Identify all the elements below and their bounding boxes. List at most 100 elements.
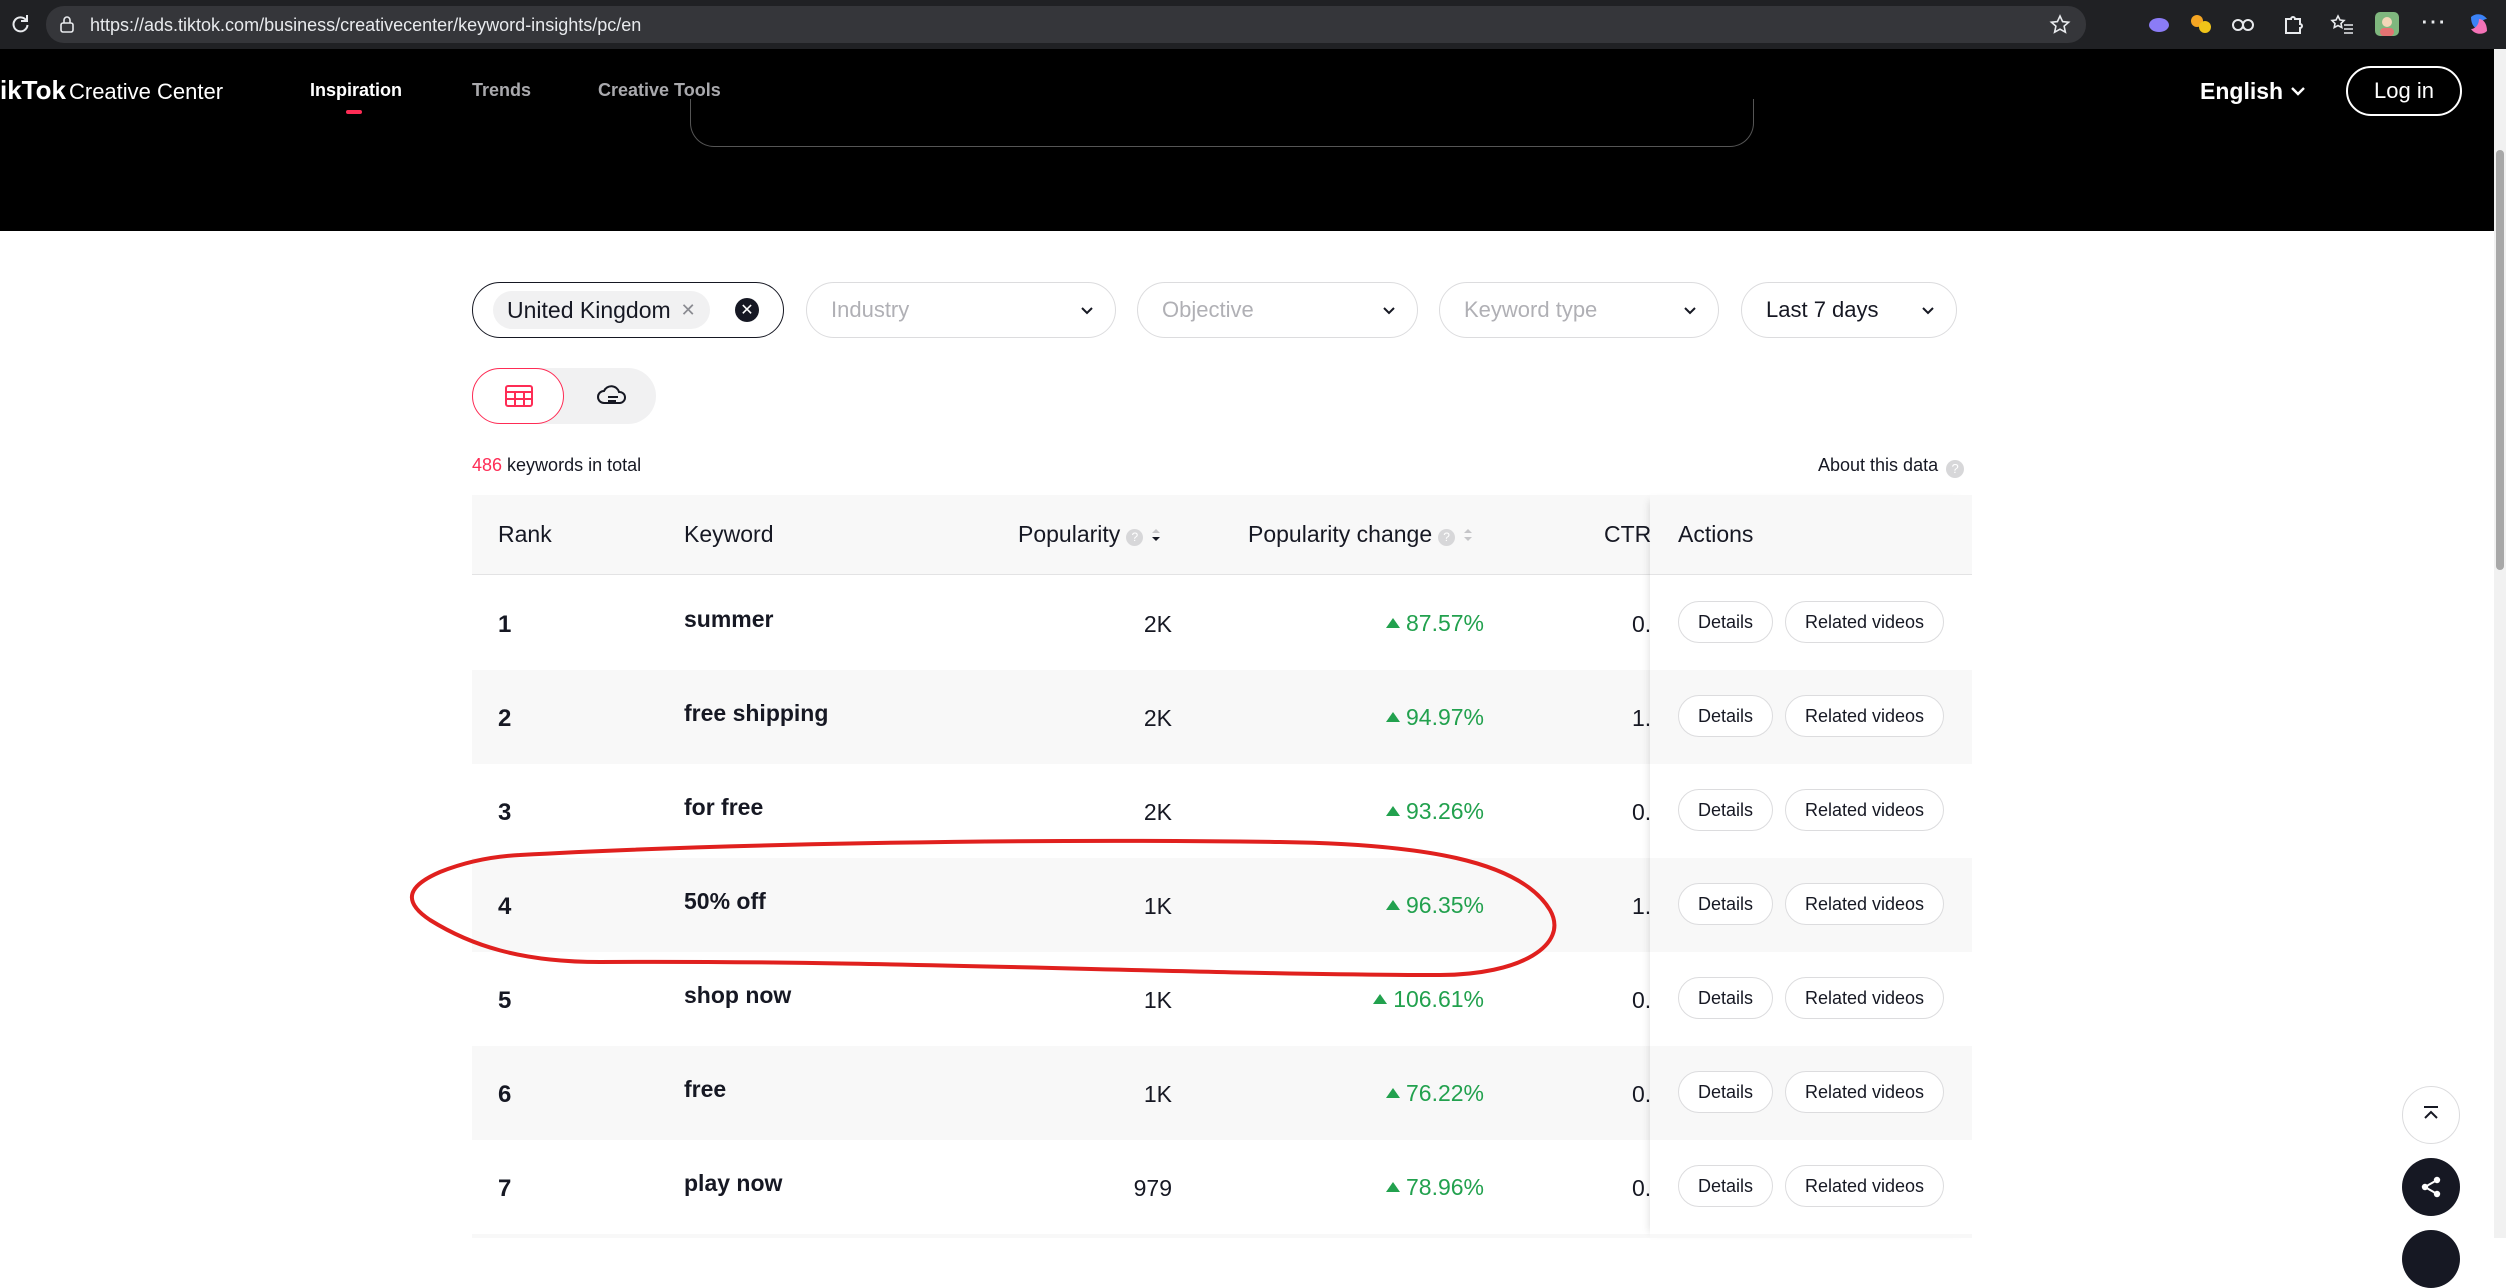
share-icon — [2421, 1176, 2441, 1198]
details-button[interactable]: Details — [1678, 1165, 1773, 1207]
scrollbar-thumb[interactable] — [2496, 150, 2504, 570]
back-to-top-icon — [2424, 1106, 2438, 1119]
header-ctr: CTR — [1604, 521, 1652, 547]
address-bar[interactable]: https://ads.tiktok.com/business/creative… — [46, 6, 2086, 43]
industry-filter[interactable]: Industry — [806, 282, 1116, 338]
chevron-down-icon — [1684, 307, 1696, 315]
details-button[interactable]: Details — [1678, 1071, 1773, 1113]
chevron-down-icon — [1922, 307, 1934, 315]
related-videos-button[interactable]: Related videos — [1785, 789, 1944, 831]
sort-icon[interactable] — [1463, 527, 1473, 543]
header-popularity[interactable]: Popularity? — [1018, 521, 1161, 548]
url-text: https://ads.tiktok.com/business/creative… — [90, 15, 642, 35]
change-cell: 96.35% — [1385, 892, 1484, 919]
star-icon[interactable] — [2048, 13, 2072, 37]
share-button[interactable] — [2402, 1158, 2460, 1216]
rank-cell: 5 — [498, 987, 512, 1014]
up-arrow-icon — [1385, 1182, 1400, 1192]
details-button[interactable]: Details — [1678, 789, 1773, 831]
details-button[interactable]: Details — [1678, 601, 1773, 643]
related-videos-button[interactable]: Related videos — [1785, 977, 1944, 1019]
keyword-type-filter[interactable]: Keyword type — [1439, 282, 1719, 338]
keyword-cell: for free — [684, 794, 764, 820]
change-cell: 94.97% — [1385, 704, 1484, 731]
favorites-icon[interactable] — [2330, 11, 2356, 37]
change-cell: 106.61% — [1373, 986, 1484, 1013]
table-row: 2 free shipping 2K 94.97% 1. Details Rel… — [472, 670, 1972, 764]
rank-cell: 3 — [498, 799, 512, 826]
rank-cell: 2 — [498, 705, 512, 732]
copilot-icon[interactable] — [2466, 11, 2492, 37]
change-cell: 93.26% — [1385, 798, 1484, 825]
related-videos-button[interactable]: Related videos — [1785, 1071, 1944, 1113]
details-button[interactable]: Details — [1678, 977, 1773, 1019]
help-icon[interactable]: ? — [1946, 460, 1965, 478]
ctr-cell: 0.7 — [1632, 799, 1650, 825]
chevron-down-icon — [1081, 307, 1093, 315]
remove-chip-icon[interactable]: ✕ — [681, 300, 696, 321]
extension-icon[interactable] — [2188, 11, 2214, 37]
ctr-cell: 0.6 — [1632, 1081, 1650, 1107]
login-button[interactable]: Log in — [2346, 66, 2462, 116]
up-arrow-icon — [1385, 1088, 1400, 1098]
change-cell: 78.96% — [1385, 1174, 1484, 1201]
popularity-cell: 1K — [1143, 1081, 1172, 1107]
industry-placeholder: Industry — [831, 297, 910, 322]
table-view-button[interactable] — [472, 368, 564, 424]
site-header: ikTok Creative Center Inspiration Trends … — [0, 49, 2494, 231]
keyword-cell: free — [684, 1076, 727, 1102]
clear-icon[interactable]: ✕ — [735, 298, 759, 322]
details-button[interactable]: Details — [1678, 695, 1773, 737]
puzzle-icon[interactable] — [2280, 11, 2306, 37]
popularity-cell: 2K — [1143, 799, 1172, 825]
profile-avatar-icon[interactable] — [2374, 11, 2400, 37]
change-cell: 87.57% — [1385, 610, 1484, 637]
up-arrow-icon — [1385, 900, 1400, 910]
more-icon[interactable]: ⋯ — [2420, 8, 2446, 34]
reload-icon[interactable] — [8, 12, 32, 36]
related-videos-button[interactable]: Related videos — [1785, 883, 1944, 925]
floating-button[interactable] — [2402, 1230, 2460, 1288]
popularity-cell: 2K — [1143, 611, 1172, 637]
table-row — [472, 1234, 1972, 1238]
search-box[interactable] — [690, 99, 1754, 147]
objective-filter[interactable]: Objective — [1137, 282, 1418, 338]
country-filter[interactable]: United Kingdom ✕ ✕ — [472, 282, 784, 338]
rank-cell: 1 — [498, 611, 512, 638]
language-selector[interactable]: English — [2200, 78, 2307, 105]
back-to-top-button[interactable] — [2402, 1086, 2460, 1144]
keyword-cell: summer — [684, 606, 774, 632]
browser-toolbar: https://ads.tiktok.com/business/creative… — [0, 0, 2506, 49]
sort-icon[interactable] — [1151, 527, 1161, 543]
tiktok-logo[interactable]: ikTok Creative Center — [0, 75, 223, 106]
related-videos-button[interactable]: Related videos — [1785, 695, 1944, 737]
header-popularity-change[interactable]: Popularity change? — [1248, 521, 1473, 548]
related-videos-button[interactable]: Related videos — [1785, 601, 1944, 643]
nav-trends[interactable]: Trends — [472, 80, 531, 101]
keyword-total: 486 keywords in total — [472, 455, 642, 475]
up-arrow-icon — [1385, 712, 1400, 722]
keyword-cell: play now — [684, 1170, 783, 1196]
help-icon[interactable]: ? — [1126, 529, 1144, 546]
change-cell: 76.22% — [1385, 1080, 1484, 1107]
table-header: Rank Keyword Popularity? Popularity chan… — [472, 495, 1972, 575]
ctr-cell: 0.7 — [1632, 987, 1650, 1013]
table-row: 3 for free 2K 93.26% 0.7 Details Related… — [472, 764, 1972, 858]
nav-creative-tools[interactable]: Creative Tools — [598, 80, 721, 101]
table-row: 5 shop now 1K 106.61% 0.7 Details Relate… — [472, 952, 1972, 1046]
objective-placeholder: Objective — [1162, 297, 1254, 322]
extension-icon[interactable] — [2230, 11, 2256, 37]
help-icon[interactable]: ? — [1438, 529, 1456, 546]
keyword-cell: 50% off — [684, 888, 766, 914]
chevron-down-icon — [2291, 87, 2306, 96]
period-filter[interactable]: Last 7 days — [1741, 282, 1957, 338]
extension-icon[interactable] — [2146, 11, 2172, 37]
header-rank: Rank — [498, 521, 552, 547]
related-videos-button[interactable]: Related videos — [1785, 1165, 1944, 1207]
about-this-data[interactable]: About this data? — [1818, 455, 1965, 478]
nav-inspiration[interactable]: Inspiration — [310, 80, 402, 101]
wordcloud-view-button[interactable] — [568, 368, 656, 424]
ctr-cell: 1.3 — [1632, 893, 1650, 919]
details-button[interactable]: Details — [1678, 883, 1773, 925]
header-keyword: Keyword — [684, 521, 774, 547]
